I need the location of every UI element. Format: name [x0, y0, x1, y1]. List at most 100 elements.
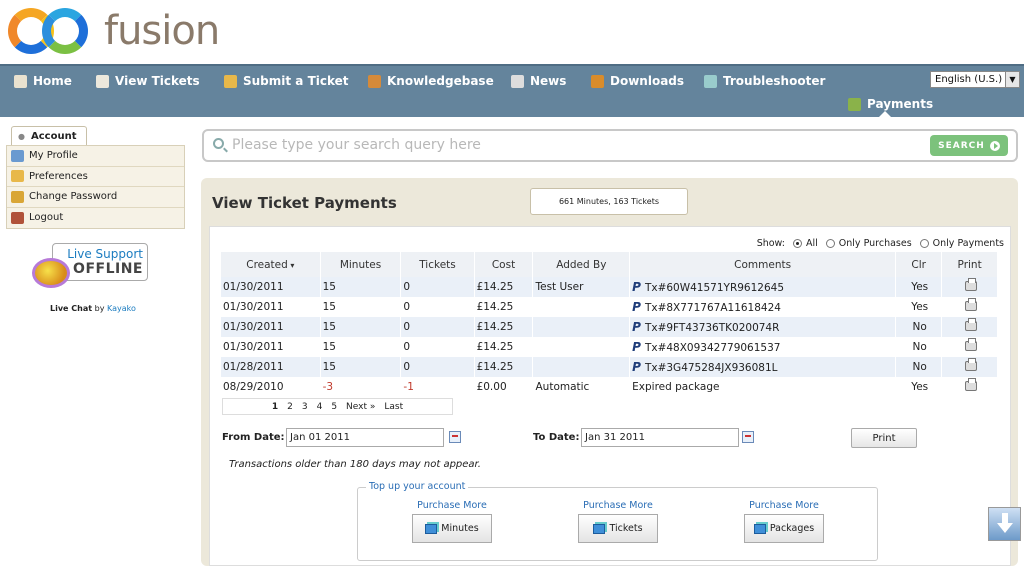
- added-by-cell: Test User: [532, 277, 631, 297]
- last-page-link[interactable]: Last: [384, 402, 403, 412]
- nav-item-troubleshooter[interactable]: Troubleshooter: [704, 72, 825, 90]
- column-header-label: Print: [957, 258, 982, 271]
- language-select[interactable]: English (U.S.) ▼: [930, 71, 1020, 88]
- filter-radio-only-payments[interactable]: [919, 239, 929, 248]
- column-header-created[interactable]: Created ▾: [221, 252, 321, 277]
- balance-summary: 661 Minutes, 163 Tickets: [530, 188, 688, 215]
- comments-cell: Expired package: [629, 377, 897, 397]
- filter-option-label: Only Purchases: [838, 238, 912, 249]
- column-header-label: Minutes: [339, 258, 382, 271]
- cost-cell: £14.25: [474, 297, 534, 317]
- column-header-tickets: Tickets: [400, 252, 475, 277]
- fusion-logo[interactable]: fusion: [8, 6, 220, 56]
- topup-box: Top up your account Purchase More Minutes…: [357, 481, 878, 561]
- calendar-icon[interactable]: [449, 431, 461, 443]
- filter-radio-all[interactable]: [793, 239, 803, 248]
- cost-cell: £14.25: [474, 357, 534, 377]
- cost-cell: £0.00: [474, 377, 534, 397]
- scroll-down-button[interactable]: [988, 507, 1021, 541]
- nav-item-knowledgebase[interactable]: Knowledgebase: [368, 72, 494, 90]
- nav-item-news[interactable]: News: [511, 72, 566, 90]
- sidebar-item-logout[interactable]: Logout: [7, 208, 184, 229]
- comments-text: Tx#9FT43736TK020074R: [644, 322, 780, 334]
- search-button[interactable]: SEARCH: [930, 135, 1008, 156]
- page-link-2[interactable]: 2: [287, 402, 293, 412]
- news-icon: [511, 74, 524, 88]
- printer-icon[interactable]: [964, 297, 977, 311]
- comments-text: Tx#3G475284JX936081L: [644, 362, 778, 374]
- minutes-cell: 15: [320, 357, 402, 377]
- nav-item-downloads[interactable]: Downloads: [591, 72, 684, 90]
- created-cell: 01/30/2011: [221, 337, 321, 357]
- paypal-icon: P: [632, 280, 641, 294]
- created-cell: 08/29/2010: [221, 377, 321, 397]
- cost-cell: £14.25: [474, 317, 534, 337]
- pagination: 1 2 3 4 5 Next » Last: [222, 398, 453, 415]
- kayako-link[interactable]: Kayako: [107, 304, 136, 313]
- page-link-4[interactable]: 4: [317, 402, 323, 412]
- payments-table: Created ▾ Minutes Tickets Cost Added By Comme…: [221, 252, 998, 397]
- lock-icon: [11, 190, 24, 203]
- cost-cell: £14.25: [474, 337, 534, 357]
- page-link-5[interactable]: 5: [331, 402, 337, 412]
- page-title: View Ticket Payments: [212, 194, 397, 212]
- to-date-input[interactable]: Jan 31 2011: [581, 428, 739, 447]
- sidebar-item-change-password[interactable]: Change Password: [7, 187, 184, 208]
- sort-desc-icon: ▾: [287, 260, 295, 270]
- column-header-label: Comments: [734, 258, 792, 271]
- nav-item-view-tickets[interactable]: View Tickets: [96, 72, 200, 90]
- topup-tickets: Purchase More Tickets: [578, 500, 658, 543]
- print-cell: [941, 377, 998, 397]
- bullet-icon: ●: [18, 131, 25, 141]
- search-input[interactable]: Please type your search query here: [232, 137, 481, 153]
- language-value: English (U.S.): [935, 74, 1003, 85]
- live-support-widget[interactable]: Live Support OFFLINE: [32, 243, 150, 291]
- cart-icon: [425, 523, 438, 534]
- comments-cell: P Tx#3G475284JX936081L: [629, 357, 897, 377]
- calendar-icon[interactable]: [742, 431, 754, 443]
- column-header-label: Clr: [911, 258, 926, 271]
- page: fusion Home View Tickets Submit a Ticket Kn…: [0, 0, 1024, 566]
- clr-cell: No: [895, 337, 943, 357]
- print-cell: [941, 297, 998, 317]
- arrow-right-icon: [989, 140, 1000, 151]
- column-header-label: Created: [246, 258, 288, 271]
- printer-icon[interactable]: [964, 337, 977, 351]
- printer-icon[interactable]: [964, 317, 977, 331]
- print-button[interactable]: Print: [851, 428, 917, 448]
- from-date-input[interactable]: Jan 01 2011: [286, 428, 444, 447]
- filter-radio-only-purchases[interactable]: [825, 239, 835, 248]
- page-link-3[interactable]: 3: [302, 402, 308, 412]
- printer-icon[interactable]: [964, 377, 977, 391]
- nav-item-submit-a-ticket[interactable]: Submit a Ticket: [224, 72, 349, 90]
- active-tab-pointer: [879, 111, 891, 117]
- buy-tickets-button[interactable]: Tickets: [578, 514, 658, 543]
- clr-cell: Yes: [895, 377, 943, 397]
- page-link-1[interactable]: 1: [272, 402, 278, 412]
- home-icon: [14, 74, 27, 88]
- nav-item-home[interactable]: Home: [14, 72, 72, 90]
- buy-minutes-button[interactable]: Minutes: [412, 514, 492, 543]
- sidebar-item-my-profile[interactable]: My Profile: [7, 146, 184, 167]
- column-header-added-by: Added By: [532, 252, 631, 277]
- sidebar-tab-account[interactable]: ● Account: [11, 126, 87, 145]
- comments-text: Tx#48X09342779061537: [644, 342, 781, 354]
- printer-icon[interactable]: [964, 277, 977, 291]
- sidebar-item-label: Logout: [29, 212, 64, 224]
- next-page-link[interactable]: Next »: [346, 402, 375, 412]
- show-label: Show:: [756, 238, 786, 249]
- sidebar-item-preferences[interactable]: Preferences: [7, 167, 184, 187]
- troubleshooter-icon: [704, 74, 717, 88]
- filter-option-label: All: [806, 238, 818, 249]
- purchase-more-link[interactable]: Purchase More: [744, 500, 824, 511]
- purchase-more-link[interactable]: Purchase More: [578, 500, 658, 511]
- topup-packages: Purchase More Packages: [744, 500, 824, 543]
- search-bar: Please type your search query here SEARC…: [202, 129, 1018, 162]
- printer-icon[interactable]: [964, 357, 977, 371]
- buy-packages-button[interactable]: Packages: [744, 514, 824, 543]
- purchase-more-link[interactable]: Purchase More: [412, 500, 492, 511]
- comments-cell: P Tx#8X771767A11618424: [629, 297, 897, 317]
- minutes-cell: 15: [320, 317, 402, 337]
- cart-icon: [753, 523, 766, 534]
- live-chat-by: by: [94, 304, 105, 313]
